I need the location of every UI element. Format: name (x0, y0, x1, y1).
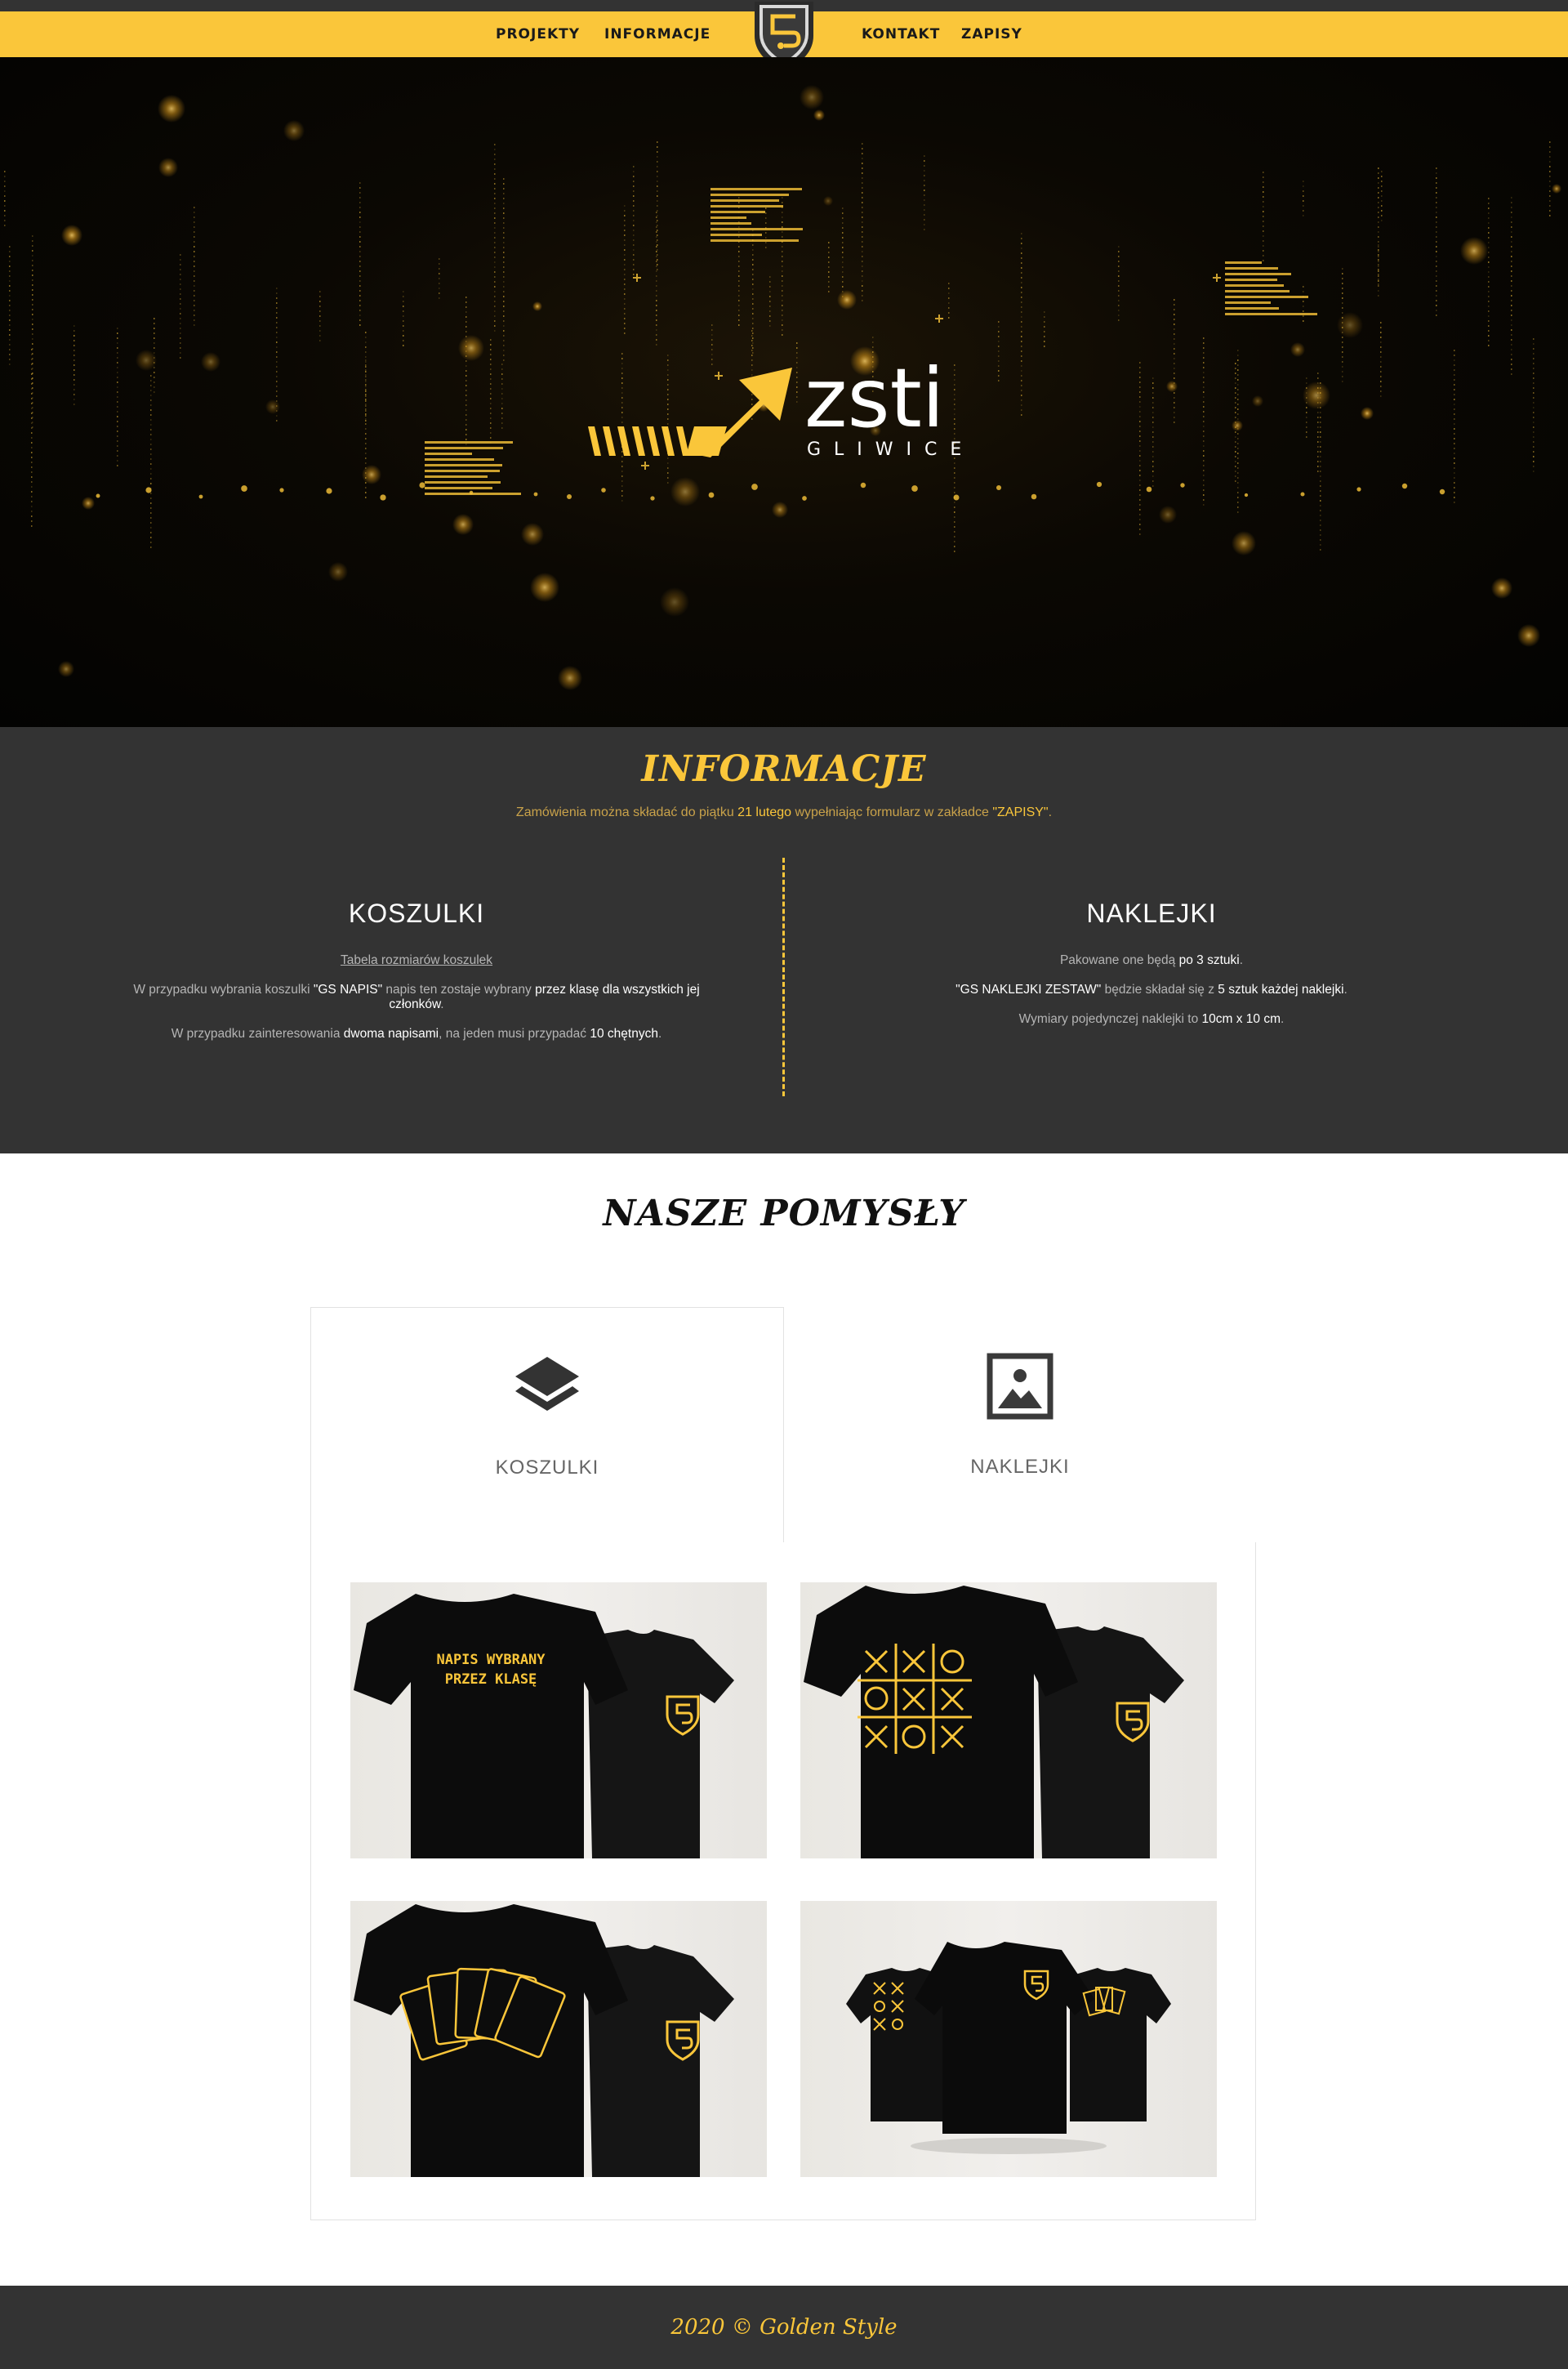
naklejki-info-text-1: Pakowane one będą po 3 sztuki. (1059, 953, 1244, 967)
size-table-link[interactable]: Tabela rozmiarów koszulek (341, 953, 492, 967)
koszulki-info-title: KOSZULKI (348, 899, 485, 928)
koszulki-info-column: KOSZULKI Tabela rozmiarów koszulek W prz… (90, 899, 743, 1056)
nav-kontakt[interactable]: KONTAKT (862, 11, 940, 57)
tab-koszulki[interactable]: KOSZULKI (310, 1307, 784, 1542)
tab-naklejki-label: NAKLEJKI (970, 1456, 1070, 1478)
shirt-card-tic-tac-toe[interactable] (800, 1582, 1217, 1858)
footer: 2020 © Golden Style (0, 2286, 1568, 2369)
hero-graphic: zstiGLIWICE (4, 85, 1561, 690)
info-title: INFORMACJE (641, 748, 927, 790)
nav-projekty[interactable]: PROJEKTY (496, 11, 580, 57)
info-divider (782, 858, 785, 1096)
koszulki-info-text-1: W przypadku wybrania koszulki "GS NAPIS"… (133, 983, 700, 1011)
shirt-print-line-2: PRZEZ KLASĘ (445, 1671, 537, 1688)
hero-banner: zsti GLIWICE (0, 57, 1568, 727)
playing-cards-print (354, 1904, 734, 2177)
shirt-card-cards[interactable] (350, 1901, 767, 2177)
hero-logo-sub: GLIWICE (807, 439, 974, 460)
naklejki-info-text-3: Wymiary pojedynczej naklejki to 10cm x 1… (1018, 1012, 1285, 1026)
arrow-up-right-icon (702, 368, 792, 457)
zsti-logo: zstiGLIWICE (588, 350, 974, 460)
shirt-card-napis[interactable]: NAPIS WYBRANY PRZEZ KLASĘ (350, 1582, 767, 1858)
info-notice: Zamówienia można składać do piątku 21 lu… (515, 805, 1053, 819)
naklejki-info-column: NAKLEJKI Pakowane one będą po 3 sztuki. … (825, 899, 1478, 1042)
shirt-print-line-1: NAPIS WYBRANY (436, 1652, 546, 1668)
naklejki-info-title: NAKLEJKI (1086, 899, 1217, 928)
nav-informacje[interactable]: INFORMACJE (604, 11, 710, 57)
ideas-title: NASZE POMYSŁY (603, 1193, 965, 1234)
tab-naklejki[interactable]: NAKLEJKI (783, 1307, 1257, 1542)
naklejki-info-text-2: "GS NAKLEJKI ZESTAW" będzie składał się … (956, 983, 1348, 997)
shirt-card-set[interactable] (800, 1901, 1217, 2177)
footer-copyright: 2020 © Golden Style (670, 2315, 898, 2340)
shirt-set-print (846, 1942, 1171, 2154)
layers-icon (515, 1357, 579, 1411)
tab-koszulki-label: KOSZULKI (495, 1457, 599, 1479)
image-frame-icon (987, 1353, 1054, 1420)
koszulki-info-text-2: W przypadku zainteresowania dwoma napisa… (171, 1027, 662, 1041)
info-section: INFORMACJE Zamówienia można składać do p… (0, 727, 1568, 1153)
nav-zapisy[interactable]: ZAPISY (961, 11, 1022, 57)
hero-logo-main: zsti (804, 350, 945, 446)
tic-tac-toe-print (804, 1586, 1184, 1858)
